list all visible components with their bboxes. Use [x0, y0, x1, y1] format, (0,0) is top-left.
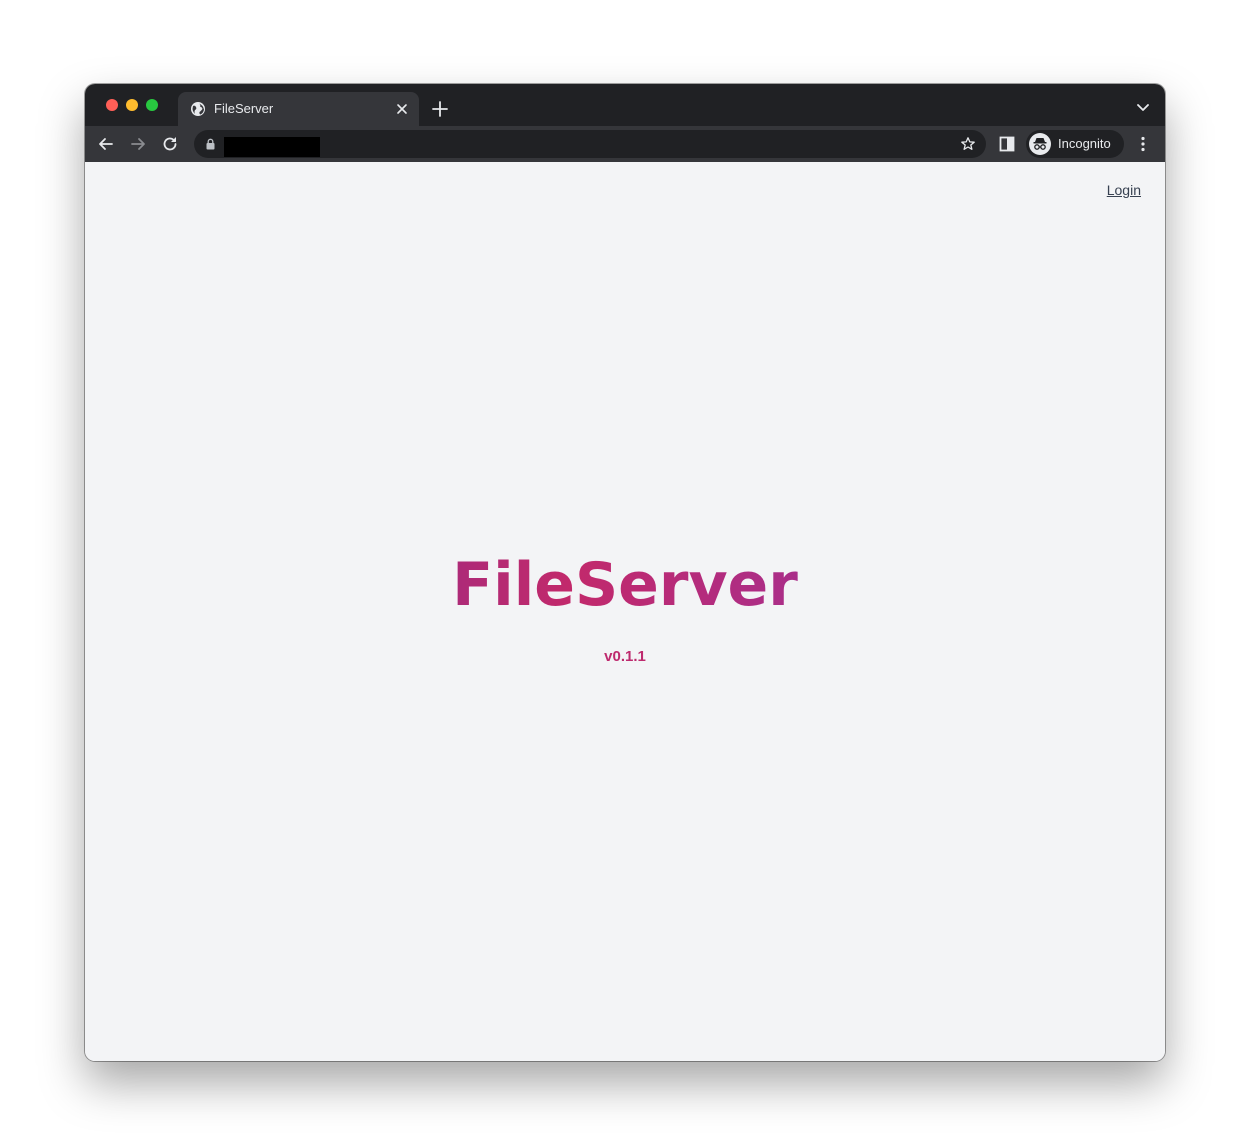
title-bar: FileServer	[85, 84, 1165, 126]
tab-title: FileServer	[214, 101, 274, 116]
incognito-label: Incognito	[1058, 136, 1111, 151]
incognito-profile-button[interactable]: Incognito	[1026, 130, 1124, 158]
url-text[interactable]	[224, 137, 320, 157]
browser-toolbar: Incognito	[85, 126, 1165, 162]
chevron-down-icon[interactable]	[1137, 103, 1149, 113]
address-bar[interactable]	[194, 130, 986, 158]
close-window-button[interactable]	[106, 99, 118, 111]
lock-icon[interactable]	[205, 138, 216, 150]
login-link[interactable]: Login	[1107, 182, 1141, 198]
maximize-window-button[interactable]	[146, 99, 158, 111]
forward-arrow-icon[interactable]	[128, 134, 148, 154]
globe-icon	[191, 102, 205, 116]
incognito-icon	[1029, 133, 1051, 155]
page-content: Login FileServer v0.1.1	[85, 162, 1165, 1061]
plus-icon[interactable]	[431, 100, 449, 118]
browser-window: FileServer Incognito Login FileServer v0…	[85, 84, 1165, 1061]
browser-tab[interactable]: FileServer	[178, 92, 419, 126]
kebab-menu-icon[interactable]	[1137, 135, 1149, 153]
star-icon[interactable]	[960, 136, 976, 152]
app-version: v0.1.1	[604, 648, 646, 665]
app-title: FileServer	[85, 550, 1165, 620]
side-panel-icon[interactable]	[998, 135, 1016, 153]
minimize-window-button[interactable]	[126, 99, 138, 111]
close-icon[interactable]	[395, 102, 409, 116]
reload-icon[interactable]	[160, 134, 180, 154]
back-arrow-icon[interactable]	[96, 134, 116, 154]
